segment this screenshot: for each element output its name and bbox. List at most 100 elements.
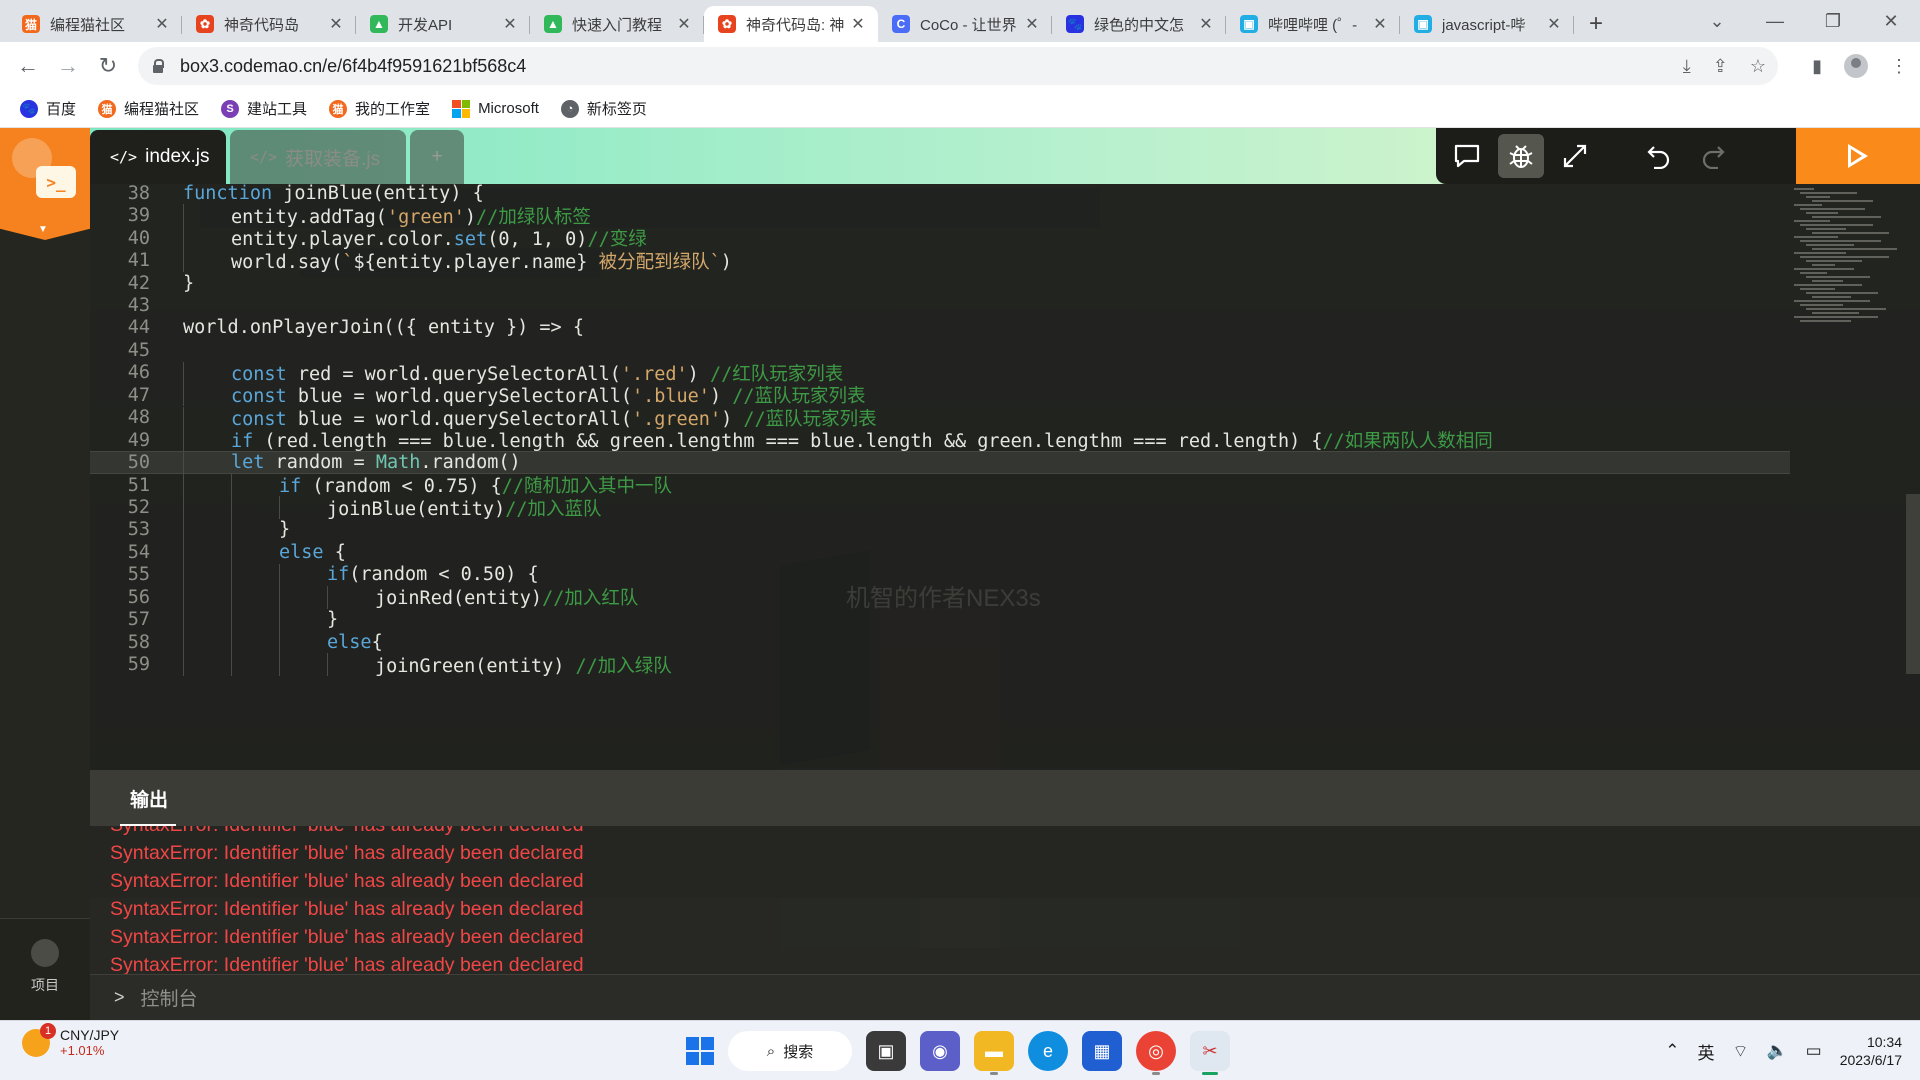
debug-bug-icon[interactable] (1498, 134, 1544, 178)
new-tab-button[interactable]: + (1574, 6, 1618, 42)
code-line[interactable]: 56 joinRed(entity)//加入红队 (90, 586, 1790, 609)
file-explorer-icon[interactable]: ▬ (974, 1031, 1014, 1075)
code-line[interactable]: 47 const blue = world.querySelectorAll('.… (90, 384, 1790, 407)
chrome-icon[interactable]: ◎ (1136, 1031, 1176, 1075)
box3-logo[interactable]: >_ ▼ (0, 128, 90, 240)
code-line[interactable]: 39 entity.addTag('green')//加绿队标签 (90, 204, 1790, 228)
store-icon[interactable]: ▦ (1082, 1031, 1122, 1071)
browser-tab[interactable]: ✿ 神奇代码岛: 神 ✕ (704, 6, 878, 42)
close-tab-icon[interactable]: ✕ (674, 14, 694, 34)
line-number: 54 (127, 541, 150, 563)
bookmark-item[interactable]: S 建站工具 (221, 98, 307, 119)
browser-tab[interactable]: 🐾 绿色的中文怎 ✕ (1052, 6, 1226, 42)
edge-icon[interactable]: e (1028, 1031, 1068, 1071)
indent-guide (279, 653, 280, 676)
chat-app-icon[interactable]: ◉ (920, 1031, 960, 1071)
browser-tab[interactable]: 猫编程猫社区 ✕ (8, 6, 182, 42)
close-tab-icon[interactable]: ✕ (848, 14, 868, 34)
minimize-button[interactable]: — (1746, 11, 1804, 32)
snipping-tool-icon[interactable]: ✂ (1190, 1031, 1230, 1075)
install-app-icon[interactable]: ⤓ (1683, 56, 1691, 77)
clock[interactable]: 10:34 2023/6/17 (1840, 1033, 1902, 1069)
forward-button[interactable]: → (48, 53, 88, 79)
run-button[interactable] (1796, 128, 1920, 184)
close-tab-icon[interactable]: ✕ (1370, 14, 1390, 34)
file-tab-index[interactable]: </> index.js (90, 130, 226, 184)
code-line[interactable]: 44 world.onPlayerJoin(({ entity }) => { (90, 317, 1790, 339)
battery-icon[interactable]: ▭ (1806, 1041, 1822, 1061)
maximize-button[interactable]: ❐ (1804, 11, 1862, 32)
code-line[interactable]: 54 else { (90, 541, 1790, 564)
code-line[interactable]: 48 const blue = world.querySelectorAll('.… (90, 406, 1790, 430)
taskbar-search[interactable]: ⌕ 搜索 (728, 1031, 852, 1071)
menu-kebab-icon[interactable]: ⋮ (1890, 56, 1908, 77)
bookmark-item[interactable]: 🐾 百度 (20, 98, 76, 119)
close-tab-icon[interactable]: ✕ (500, 14, 520, 34)
code-line[interactable]: 58 else{ (90, 631, 1790, 654)
code-line[interactable]: 51 if (random < 0.75) {//随机加入其中一队 (90, 473, 1790, 497)
editor-scrollbar[interactable] (1906, 494, 1920, 674)
bookmark-star-icon[interactable]: ☆ (1750, 56, 1766, 77)
code-line[interactable]: 49 if (red.length === blue.length && gree… (90, 428, 1790, 452)
bookmark-item[interactable]: Microsoft (452, 99, 539, 118)
expand-icon[interactable] (1552, 134, 1598, 178)
windows-start-icon[interactable] (686, 1037, 714, 1065)
bookmark-item[interactable]: 猫我的工作室 (329, 98, 430, 119)
code-line[interactable]: 40 entity.player.color.set(0, 1, 0)//变绿 (90, 226, 1790, 250)
wifi-icon[interactable]: ⌔ (1732, 1041, 1748, 1062)
browser-tab[interactable]: ✿ 神奇代码岛 ✕ (182, 6, 356, 42)
code-minimap[interactable] (1794, 188, 1904, 328)
indent-guide (183, 653, 184, 676)
console-input-row[interactable]: > 控制台 (90, 974, 1920, 1020)
close-tab-icon[interactable]: ✕ (1196, 14, 1216, 34)
code-line[interactable]: 57} (90, 608, 1790, 631)
code-line[interactable]: 52 joinBlue(entity)//加入蓝队 (90, 496, 1790, 520)
console-label[interactable]: 控制台 (141, 984, 198, 1011)
browser-tab[interactable]: ▣ javascript-哔 ✕ (1400, 6, 1574, 42)
code-line[interactable]: 41 world.say(`${entity.player.name} 被分配到绿… (90, 249, 1790, 273)
code-line[interactable]: 43 (90, 294, 1790, 316)
project-button[interactable]: 项目 (0, 918, 90, 1020)
code-text: } (183, 272, 195, 294)
lock-icon[interactable] (152, 59, 164, 73)
code-line[interactable]: 53} (90, 518, 1790, 542)
side-panel-icon[interactable]: ▮ (1812, 56, 1822, 77)
browser-tab[interactable]: ▲ 快速入门教程 ✕ (530, 6, 704, 42)
code-line[interactable]: 59 joinGreen(entity) //加入绿队 (90, 653, 1790, 677)
code-line[interactable]: 55 if(random < 0.50) { (90, 563, 1790, 587)
share-icon[interactable]: ⇪ (1713, 56, 1728, 77)
close-tab-icon[interactable]: ✕ (1022, 14, 1042, 34)
bookmark-item[interactable]: 猫编程猫社区 (98, 98, 199, 119)
ime-indicator[interactable]: 英 (1697, 1039, 1714, 1064)
url-text[interactable]: box3.codemao.cn/e/6f4b4f9591621bf568c4 (180, 56, 526, 77)
chevron-up-icon[interactable]: ⌃ (1665, 1041, 1679, 1061)
code-line[interactable]: 46 const red = world.querySelectorAll('.r… (90, 361, 1790, 385)
close-window-button[interactable]: ✕ (1862, 11, 1920, 32)
code-line[interactable]: 42} (90, 272, 1790, 294)
bookmark-item[interactable]: ◔ 新标签页 (560, 98, 647, 119)
code-line[interactable]: 50 let random = Math.random() (90, 451, 1790, 475)
undo-icon[interactable] (1636, 134, 1682, 178)
code-line[interactable]: 38 function joinBlue(entity) { (90, 184, 1790, 204)
add-file-button[interactable]: + (410, 130, 464, 184)
redo-icon[interactable] (1690, 134, 1736, 178)
weather-widget[interactable]: 1 CNY/JPY +1.01% (22, 1022, 119, 1058)
back-button[interactable]: ← (8, 53, 48, 79)
file-tab-equipment[interactable]: </> 获取装备.js (230, 130, 406, 184)
task-view-icon[interactable]: ▣ (866, 1031, 906, 1071)
tab-search-icon[interactable]: ⌄ (1688, 11, 1746, 32)
browser-tab[interactable]: C CoCo - 让世界 ✕ (878, 6, 1052, 42)
omnibox[interactable]: box3.codemao.cn/e/6f4b4f9591621bf568c4 ⤓… (138, 47, 1778, 85)
profile-avatar[interactable] (1844, 54, 1868, 78)
close-tab-icon[interactable]: ✕ (152, 14, 172, 34)
code-line[interactable]: 45 (90, 339, 1790, 361)
output-log[interactable]: SyntaxError: Identifier 'blue' has alrea… (90, 826, 1920, 974)
chat-bubble-icon[interactable] (1444, 134, 1490, 178)
close-tab-icon[interactable]: ✕ (1544, 14, 1564, 34)
reload-button[interactable]: ↻ (88, 53, 128, 79)
volume-icon[interactable]: 🔈 (1766, 1041, 1787, 1061)
close-tab-icon[interactable]: ✕ (326, 14, 346, 34)
output-tab[interactable]: 输出 (130, 770, 168, 826)
browser-tab[interactable]: ▣ 哔哩哔哩 (゜- ✕ (1226, 6, 1400, 42)
browser-tab[interactable]: ▲ 开发API ✕ (356, 6, 530, 42)
